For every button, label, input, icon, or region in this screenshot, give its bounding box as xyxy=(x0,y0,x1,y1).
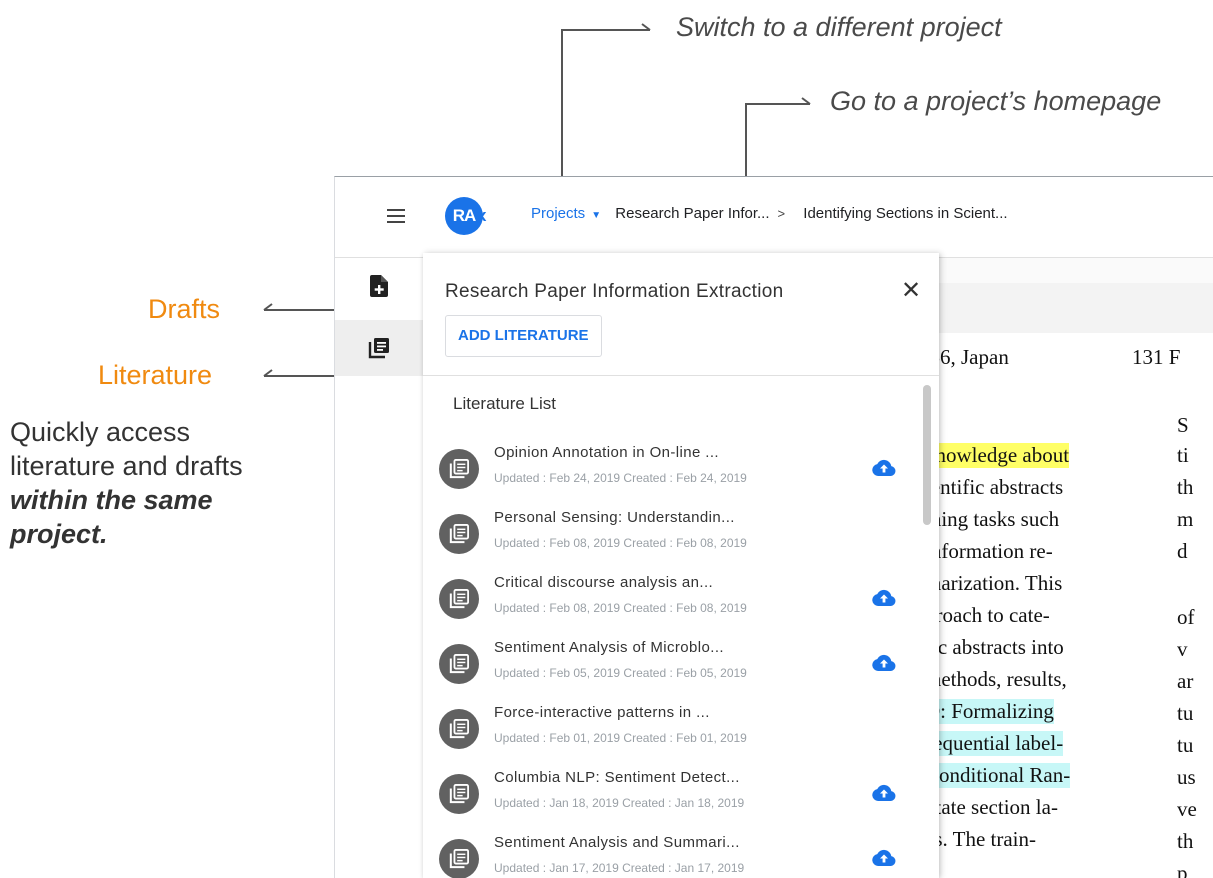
document-text-line: ining tasks such xyxy=(925,507,1060,531)
breadcrumb: Projects ▼ Research Paper Infor... > Ident… xyxy=(531,205,1008,222)
cloud-upload-icon[interactable] xyxy=(872,784,896,807)
document-icon xyxy=(439,514,479,554)
literature-panel: Research Paper Information Extraction ✕ … xyxy=(423,253,939,878)
literature-dates: Updated : Feb 08, 2019 Created : Feb 08,… xyxy=(494,536,747,550)
cloud-upload-icon[interactable] xyxy=(872,654,896,677)
document-text-line: d xyxy=(1177,539,1188,563)
desc-line-emphasis: within the same xyxy=(10,485,213,515)
literature-title: Sentiment Analysis of Microblo... xyxy=(494,639,724,656)
document-text-line: ve xyxy=(1177,797,1197,821)
close-icon[interactable]: ✕ xyxy=(901,279,921,303)
document-text-line: p xyxy=(1177,861,1188,878)
list-item[interactable]: Force-interactive patterns in ... Updated… xyxy=(439,699,919,759)
desc-line: literature and drafts xyxy=(10,451,243,481)
panel-title: Research Paper Information Extraction xyxy=(445,281,784,302)
literature-title: Force-interactive patterns in ... xyxy=(494,704,710,721)
list-item[interactable]: Opinion Annotation in On-line ... Updated… xyxy=(439,439,919,499)
document-icon xyxy=(439,449,479,489)
document-text-line: th xyxy=(1177,829,1194,853)
annotation-description: Quickly access literature and drafts wit… xyxy=(10,415,243,551)
document-text-line: Conditional Ran- xyxy=(925,763,1071,788)
logo-text: RA xyxy=(452,206,477,225)
document-text-line: es. The train- xyxy=(925,827,1036,851)
document-text-line: ar xyxy=(1177,669,1194,693)
document-text-line: us xyxy=(1177,765,1196,789)
list-item[interactable]: Sentiment Analysis of Microblo... Updated… xyxy=(439,634,919,694)
logo-x: x xyxy=(477,206,487,225)
literature-dates: Updated : Feb 24, 2019 Created : Feb 24,… xyxy=(494,471,747,485)
document-text-line: fic abstracts into xyxy=(925,635,1064,659)
document-text-line: sequential label- xyxy=(925,731,1064,756)
list-item[interactable]: Sentiment Analysis and Summari... Updated… xyxy=(439,829,919,878)
annotation-literature: Literature xyxy=(98,360,213,390)
document-text-line: ientific abstracts xyxy=(925,475,1064,499)
document-icon xyxy=(439,774,479,814)
document-text-line: tu xyxy=(1177,701,1194,725)
document-text-line: knowledge about xyxy=(925,443,1070,468)
drafts-button[interactable] xyxy=(335,258,423,314)
cloud-upload-icon[interactable] xyxy=(872,589,896,612)
menu-icon[interactable] xyxy=(387,209,405,223)
desc-line: Quickly access xyxy=(10,417,191,447)
add-literature-button[interactable]: ADD LITERATURE xyxy=(445,315,602,357)
document-text-line: 131 F xyxy=(1132,345,1181,369)
library-icon xyxy=(368,338,389,359)
document-icon xyxy=(439,644,479,684)
chevron-down-icon[interactable]: ▼ xyxy=(591,210,601,221)
document-text-line: v xyxy=(1177,637,1188,661)
projects-dropdown[interactable]: Projects xyxy=(531,205,585,222)
document-text-line: otate section la- xyxy=(925,795,1058,819)
document-text-line: m xyxy=(1177,507,1194,531)
divider xyxy=(423,375,939,376)
cloud-upload-icon[interactable] xyxy=(872,849,896,872)
literature-title: Personal Sensing: Understandin... xyxy=(494,509,735,526)
document-text-line: proach to cate- xyxy=(925,603,1050,627)
document-text-line: marization. This xyxy=(925,571,1063,595)
desc-line-emphasis: project. xyxy=(10,519,108,549)
document-text-line: tu xyxy=(1177,733,1194,757)
app-window: 656, Japan knowledge about ientific abstra… xyxy=(334,176,1213,878)
annotation-switch-project: Switch to a different project xyxy=(676,12,1002,42)
document-text-line: of xyxy=(1177,605,1195,629)
document-icon xyxy=(439,709,479,749)
document-text-line: th xyxy=(1177,475,1194,499)
literature-title: Columbia NLP: Sentiment Detect... xyxy=(494,769,740,786)
list-item[interactable]: Personal Sensing: Understandin... Updated… xyxy=(439,504,919,564)
document-text-line: D: Formalizing xyxy=(925,699,1054,724)
list-item[interactable]: Columbia NLP: Sentiment Detect... Updated… xyxy=(439,764,919,824)
literature-dates: Updated : Feb 01, 2019 Created : Feb 01,… xyxy=(494,731,747,745)
literature-title: Critical discourse analysis an... xyxy=(494,574,714,591)
breadcrumb-project[interactable]: Research Paper Infor... xyxy=(615,205,769,222)
app-logo[interactable]: RA x xyxy=(445,197,487,235)
top-app-bar: RA x Projects ▼ Research Paper Infor... > … xyxy=(335,177,1213,258)
list-item[interactable]: Critical discourse analysis an... Updated… xyxy=(439,569,919,629)
add-document-icon xyxy=(370,275,388,297)
annotation-project-homepage: Go to a project’s homepage xyxy=(830,86,1162,116)
document-text-line: information re- xyxy=(925,539,1053,563)
literature-dates: Updated : Feb 08, 2019 Created : Feb 08,… xyxy=(494,601,747,615)
literature-dates: Updated : Feb 05, 2019 Created : Feb 05,… xyxy=(494,666,747,680)
document-text-line: methods, results, xyxy=(925,667,1067,691)
literature-button[interactable] xyxy=(335,320,423,376)
breadcrumb-paper: Identifying Sections in Scient... xyxy=(803,205,1008,222)
scrollbar[interactable] xyxy=(923,385,931,525)
document-icon xyxy=(439,839,479,878)
literature-title: Sentiment Analysis and Summari... xyxy=(494,834,740,851)
literature-list-header: Literature List xyxy=(453,394,556,413)
document-text-line: S xyxy=(1177,413,1189,437)
annotation-drafts: Drafts xyxy=(148,294,221,324)
document-text-line: ti xyxy=(1177,443,1189,467)
cloud-upload-icon[interactable] xyxy=(872,459,896,482)
chevron-right-icon: > xyxy=(777,206,786,221)
literature-dates: Updated : Jan 17, 2019 Created : Jan 17,… xyxy=(494,861,745,875)
literature-title: Opinion Annotation in On-line ... xyxy=(494,444,720,461)
document-icon xyxy=(439,579,479,619)
navigation-rail xyxy=(335,258,423,878)
literature-dates: Updated : Jan 18, 2019 Created : Jan 18,… xyxy=(494,796,745,810)
